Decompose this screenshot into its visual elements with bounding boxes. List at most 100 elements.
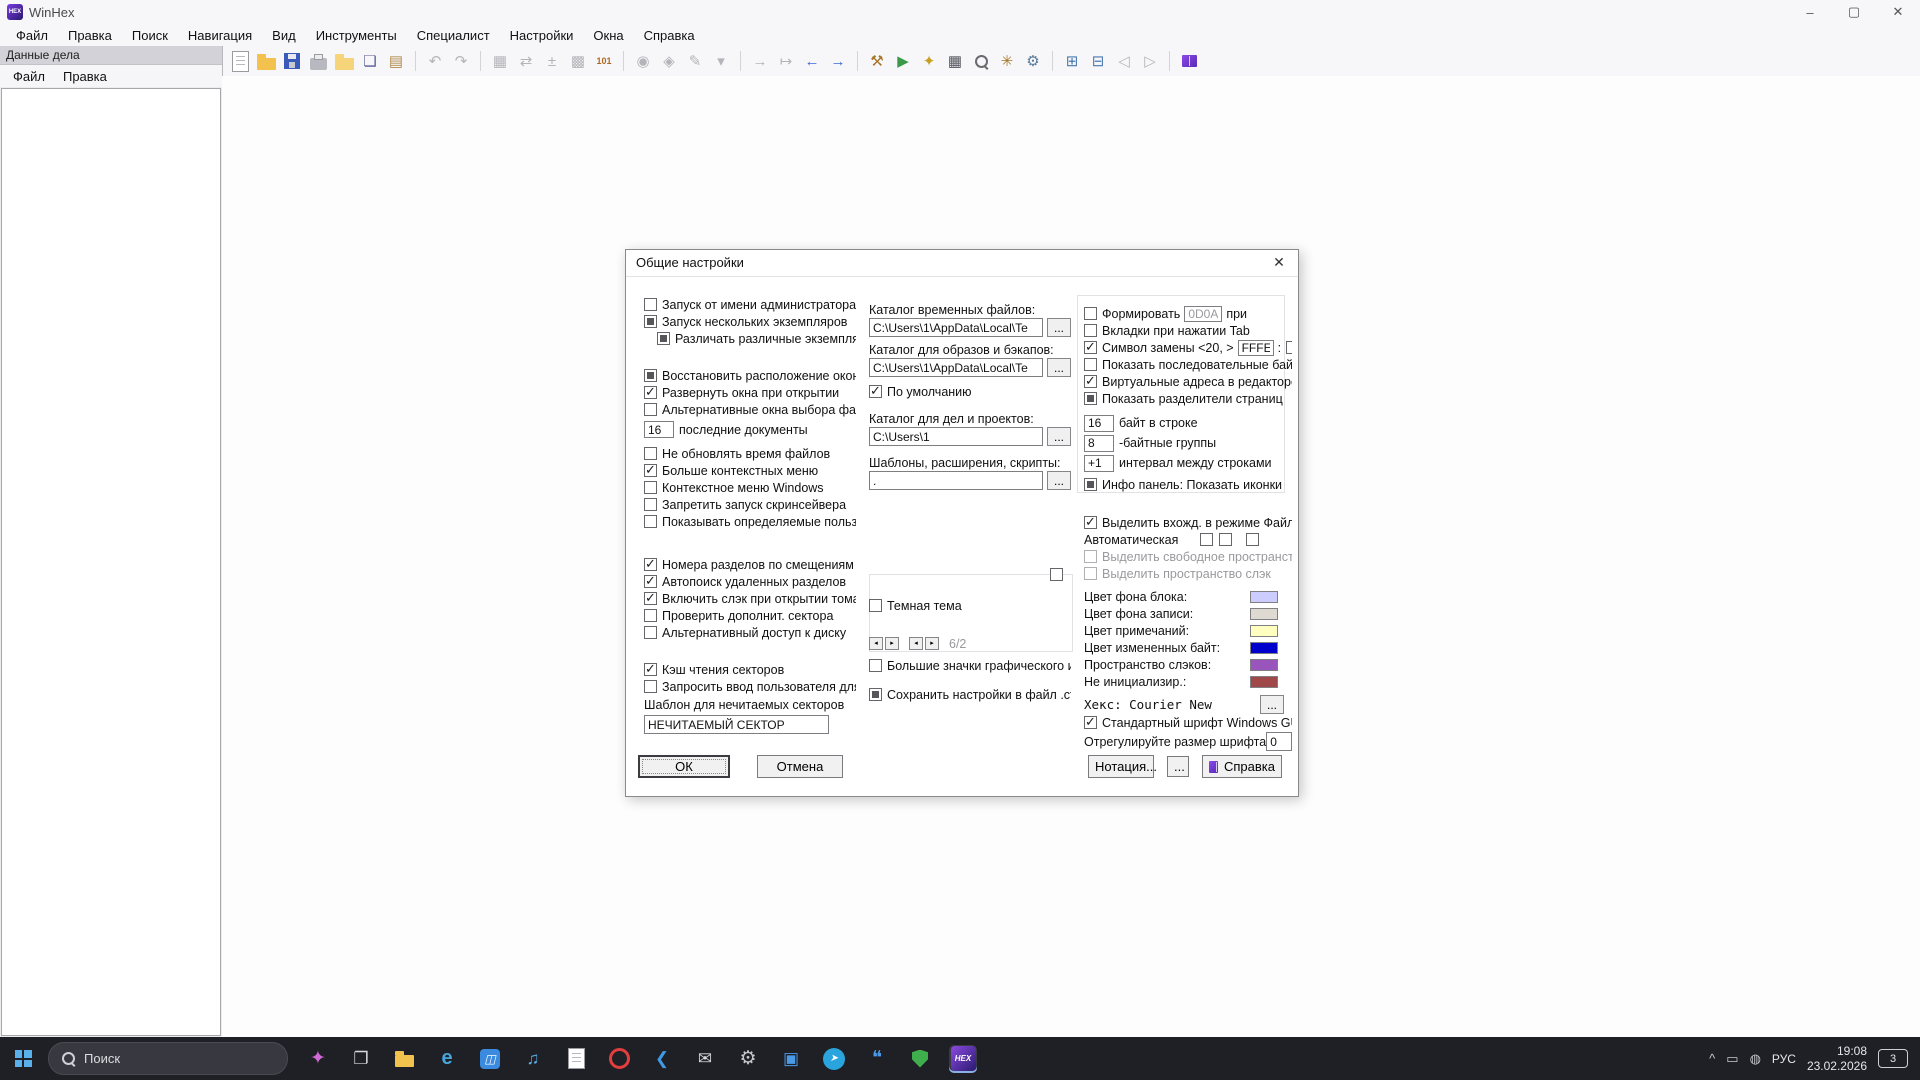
print-icon[interactable] — [306, 49, 330, 73]
default-folder-checkbox[interactable] — [869, 383, 882, 399]
replacement-char-input[interactable] — [1237, 339, 1274, 356]
convert-icon[interactable]: ⇄ — [514, 49, 538, 73]
automatic-checkbox-1[interactable] — [1200, 533, 1214, 546]
highlight-free-space-checkbox[interactable] — [1084, 550, 1097, 563]
sequential-bytes-checkbox[interactable] — [1084, 358, 1097, 371]
open-file-icon[interactable] — [254, 49, 278, 73]
line-spacing-input[interactable] — [1084, 454, 1114, 472]
tray-display-icon[interactable]: ▭ — [1726, 1051, 1738, 1067]
highlight-slack-space-checkbox[interactable] — [1084, 567, 1097, 580]
notepad-button[interactable] — [562, 1045, 590, 1073]
store-button[interactable]: ◫ — [476, 1045, 504, 1073]
photos-button[interactable]: ▣ — [777, 1045, 805, 1073]
case-menu-file[interactable]: Файл — [4, 68, 54, 85]
navigate-back-icon[interactable]: ← — [800, 49, 824, 73]
next-window-icon[interactable]: ▷ — [1138, 49, 1162, 73]
spin-left-button-2[interactable]: ◂ — [909, 637, 923, 650]
projects-folder-browse-button[interactable]: ... — [1047, 427, 1071, 446]
prompt-user-input-checkbox[interactable] — [644, 680, 657, 693]
winhex-taskbar-button[interactable]: HEX — [949, 1044, 977, 1073]
go-forward-icon[interactable]: → — [748, 49, 772, 73]
cancel-button[interactable]: Отмена — [757, 755, 843, 778]
alternative-file-dialogs-checkbox[interactable] — [644, 403, 657, 416]
format-newline-input[interactable] — [1184, 305, 1223, 322]
fill-block-icon[interactable]: ▩ — [566, 49, 590, 73]
automatic-checkbox-3[interactable] — [1246, 533, 1260, 546]
run-as-admin-checkbox[interactable] — [644, 298, 657, 311]
images-folder-browse-button[interactable]: ... — [1047, 358, 1071, 377]
projects-folder-input[interactable] — [869, 427, 1043, 446]
go-to-end-icon[interactable]: ↦ — [774, 49, 798, 73]
font-size-input[interactable] — [1266, 732, 1292, 751]
modified-bytes-color-swatch[interactable] — [1250, 641, 1278, 654]
menu-options[interactable]: Настройки — [500, 26, 584, 45]
automatic-checkbox-2[interactable] — [1219, 533, 1233, 546]
continue-search-icon[interactable]: ▾ — [709, 49, 733, 73]
media-player-button[interactable]: ♫ — [519, 1045, 547, 1073]
messages-button[interactable]: ❝ — [863, 1045, 891, 1073]
record-bg-color-swatch[interactable] — [1250, 607, 1278, 620]
scripts-icon[interactable]: ▶ — [891, 49, 915, 73]
open-folder-icon[interactable] — [332, 49, 356, 73]
include-slack-checkbox[interactable] — [644, 590, 657, 606]
restore-window-layout-checkbox[interactable] — [644, 369, 657, 382]
antivirus-button[interactable] — [906, 1045, 934, 1073]
large-icons-checkbox[interactable] — [869, 659, 882, 672]
wand-icon[interactable]: ✳ — [995, 49, 1019, 73]
maximize-windows-checkbox[interactable] — [644, 384, 657, 400]
data-interpreter-icon[interactable]: ▦ — [488, 49, 512, 73]
position-manager-icon[interactable]: ⊞ — [1060, 49, 1084, 73]
more-options-button[interactable]: ... — [1167, 756, 1189, 777]
tab-inserts-checkbox[interactable] — [1084, 324, 1097, 337]
menu-edit[interactable]: Правка — [58, 26, 122, 45]
file-explorer-button[interactable] — [390, 1045, 418, 1073]
block-bg-color-swatch[interactable] — [1250, 590, 1278, 603]
show-user-defined-checkbox[interactable] — [644, 515, 657, 528]
menu-navigation[interactable]: Навигация — [178, 26, 262, 45]
converter-101-icon[interactable]: 101 — [592, 49, 616, 73]
highlight-matches-checkbox[interactable] — [1084, 514, 1097, 530]
spin-right-button[interactable]: ▸ — [885, 637, 899, 650]
find-hex-icon[interactable]: ◈ — [657, 49, 681, 73]
template-manager-icon[interactable]: ⊟ — [1086, 49, 1110, 73]
save-settings-cfg-checkbox[interactable] — [869, 688, 882, 701]
find-text-icon[interactable]: ◉ — [631, 49, 655, 73]
telegram-button[interactable]: ➤ — [820, 1045, 848, 1073]
tools-icon[interactable]: ⚒ — [865, 49, 889, 73]
menu-search[interactable]: Поиск — [122, 26, 178, 45]
notification-button[interactable]: 3 — [1878, 1049, 1908, 1068]
vscode-button[interactable]: ❮ — [648, 1045, 676, 1073]
sector-read-cache-checkbox[interactable] — [644, 661, 657, 677]
close-button[interactable]: ✕ — [1876, 0, 1920, 24]
templates-browse-button[interactable]: ... — [1047, 471, 1071, 490]
minimize-button[interactable]: – — [1788, 0, 1832, 24]
navigate-forward-icon[interactable]: → — [826, 49, 850, 73]
unreadable-sector-template-input[interactable] — [644, 715, 829, 734]
format-newline-checkbox[interactable] — [1084, 307, 1097, 320]
language-indicator[interactable]: РУС — [1772, 1052, 1796, 1066]
copy-block-icon[interactable]: ❏ — [358, 49, 382, 73]
windows-context-menu-checkbox[interactable] — [644, 481, 657, 494]
menu-tools[interactable]: Инструменты — [306, 26, 407, 45]
distinguish-instances-checkbox[interactable] — [657, 332, 670, 345]
redo-icon[interactable]: ↷ — [449, 49, 473, 73]
undo-icon[interactable]: ↶ — [423, 49, 447, 73]
hidden-icons-chevron[interactable]: ^ — [1709, 1051, 1715, 1066]
spin-right-button-2[interactable]: ▸ — [925, 637, 939, 650]
autodetect-deleted-partitions-checkbox[interactable] — [644, 573, 657, 589]
virtual-addresses-checkbox[interactable] — [1084, 373, 1097, 389]
clock[interactable]: 19:08 23.02.2026 — [1807, 1044, 1867, 1074]
help-book-icon[interactable] — [1177, 49, 1201, 73]
menu-file[interactable]: Файл — [6, 26, 58, 45]
mail-button[interactable]: ✉ — [691, 1045, 719, 1073]
partition-numbers-by-offset-checkbox[interactable] — [644, 556, 657, 572]
dialog-close-icon[interactable]: ✕ — [1268, 254, 1290, 272]
case-menu-edit[interactable]: Правка — [54, 68, 116, 85]
slack-space-color-swatch[interactable] — [1250, 658, 1278, 671]
ok-button[interactable]: ОК — [638, 755, 730, 778]
temp-folder-input[interactable] — [869, 318, 1043, 337]
copilot-button[interactable]: ✦ — [304, 1045, 332, 1073]
replace-icon[interactable]: ✎ — [683, 49, 707, 73]
menu-specialist[interactable]: Специалист — [407, 26, 500, 45]
spin-left-button[interactable]: ◂ — [869, 637, 883, 650]
